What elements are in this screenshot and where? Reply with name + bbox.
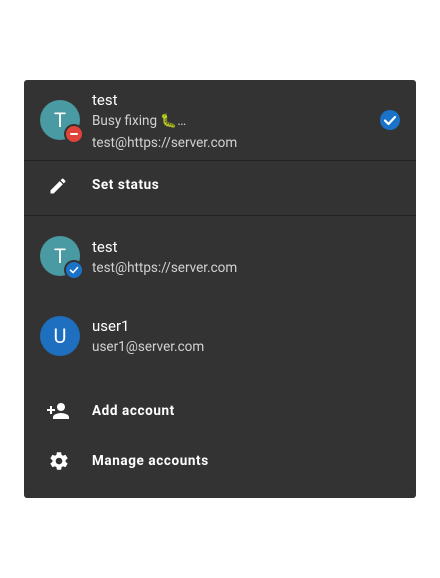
avatar-letter: U: [53, 324, 67, 348]
account-name: test: [92, 238, 118, 256]
pencil-icon: [48, 176, 68, 200]
check-circle-icon: [379, 109, 401, 135]
current-account-status: Busy fixing 🐛…: [92, 113, 187, 129]
account-switcher-panel: T test Busy fixing 🐛… test@https://serve…: [24, 80, 416, 498]
check-circle-icon: [64, 260, 84, 280]
current-account-email: test@https://server.com: [92, 135, 238, 151]
set-status-label: Set status: [92, 177, 160, 193]
manage-accounts-label: Manage accounts: [92, 453, 209, 469]
current-account-row[interactable]: T test Busy fixing 🐛… test@https://serve…: [24, 80, 416, 160]
gear-icon: [48, 450, 70, 476]
account-name: user1: [92, 317, 130, 335]
add-account-button[interactable]: Add account: [24, 386, 416, 436]
account-avatar: U: [40, 316, 80, 356]
account-email: user1@server.com: [92, 339, 205, 355]
set-status-item[interactable]: Set status: [24, 161, 416, 214]
account-item-user1[interactable]: U user1 user1@server.com: [24, 294, 416, 374]
person-add-icon: [46, 399, 70, 427]
current-account-name: test: [92, 91, 118, 109]
manage-accounts-button[interactable]: Manage accounts: [24, 436, 416, 486]
account-email: test@https://server.com: [92, 260, 238, 276]
add-account-label: Add account: [92, 403, 175, 419]
account-item-test[interactable]: T test test@https://server.com: [24, 216, 416, 294]
do-not-disturb-icon: [64, 124, 84, 144]
